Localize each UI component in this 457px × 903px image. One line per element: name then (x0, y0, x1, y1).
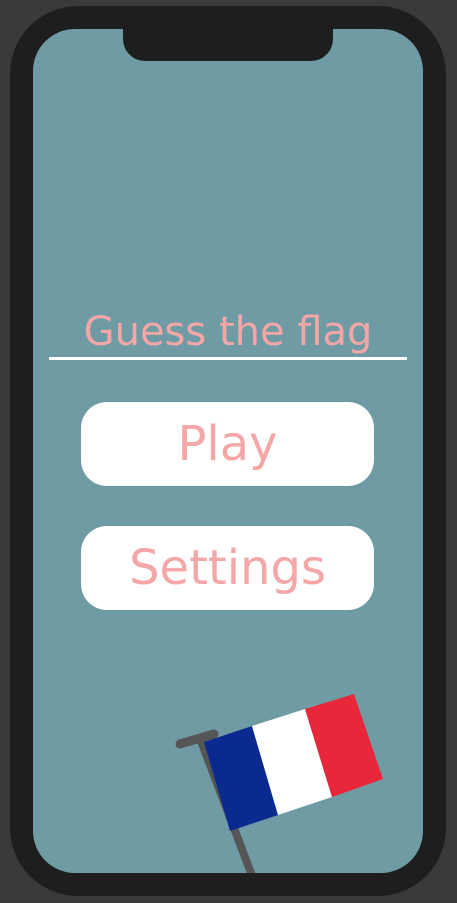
flag-pole (197, 737, 255, 873)
flag-stripe-red (305, 694, 383, 797)
flag-pole-cap (175, 729, 219, 749)
play-button[interactable]: Play (81, 402, 374, 486)
title-underline (49, 357, 407, 360)
app-screen: Guess the flag Play Settings (33, 29, 423, 873)
device-notch (123, 26, 333, 61)
app-title: Guess the flag (83, 309, 373, 355)
settings-button[interactable]: Settings (81, 526, 374, 610)
flag-stripe-blue (204, 726, 278, 831)
flag-stripe-white (252, 709, 332, 815)
